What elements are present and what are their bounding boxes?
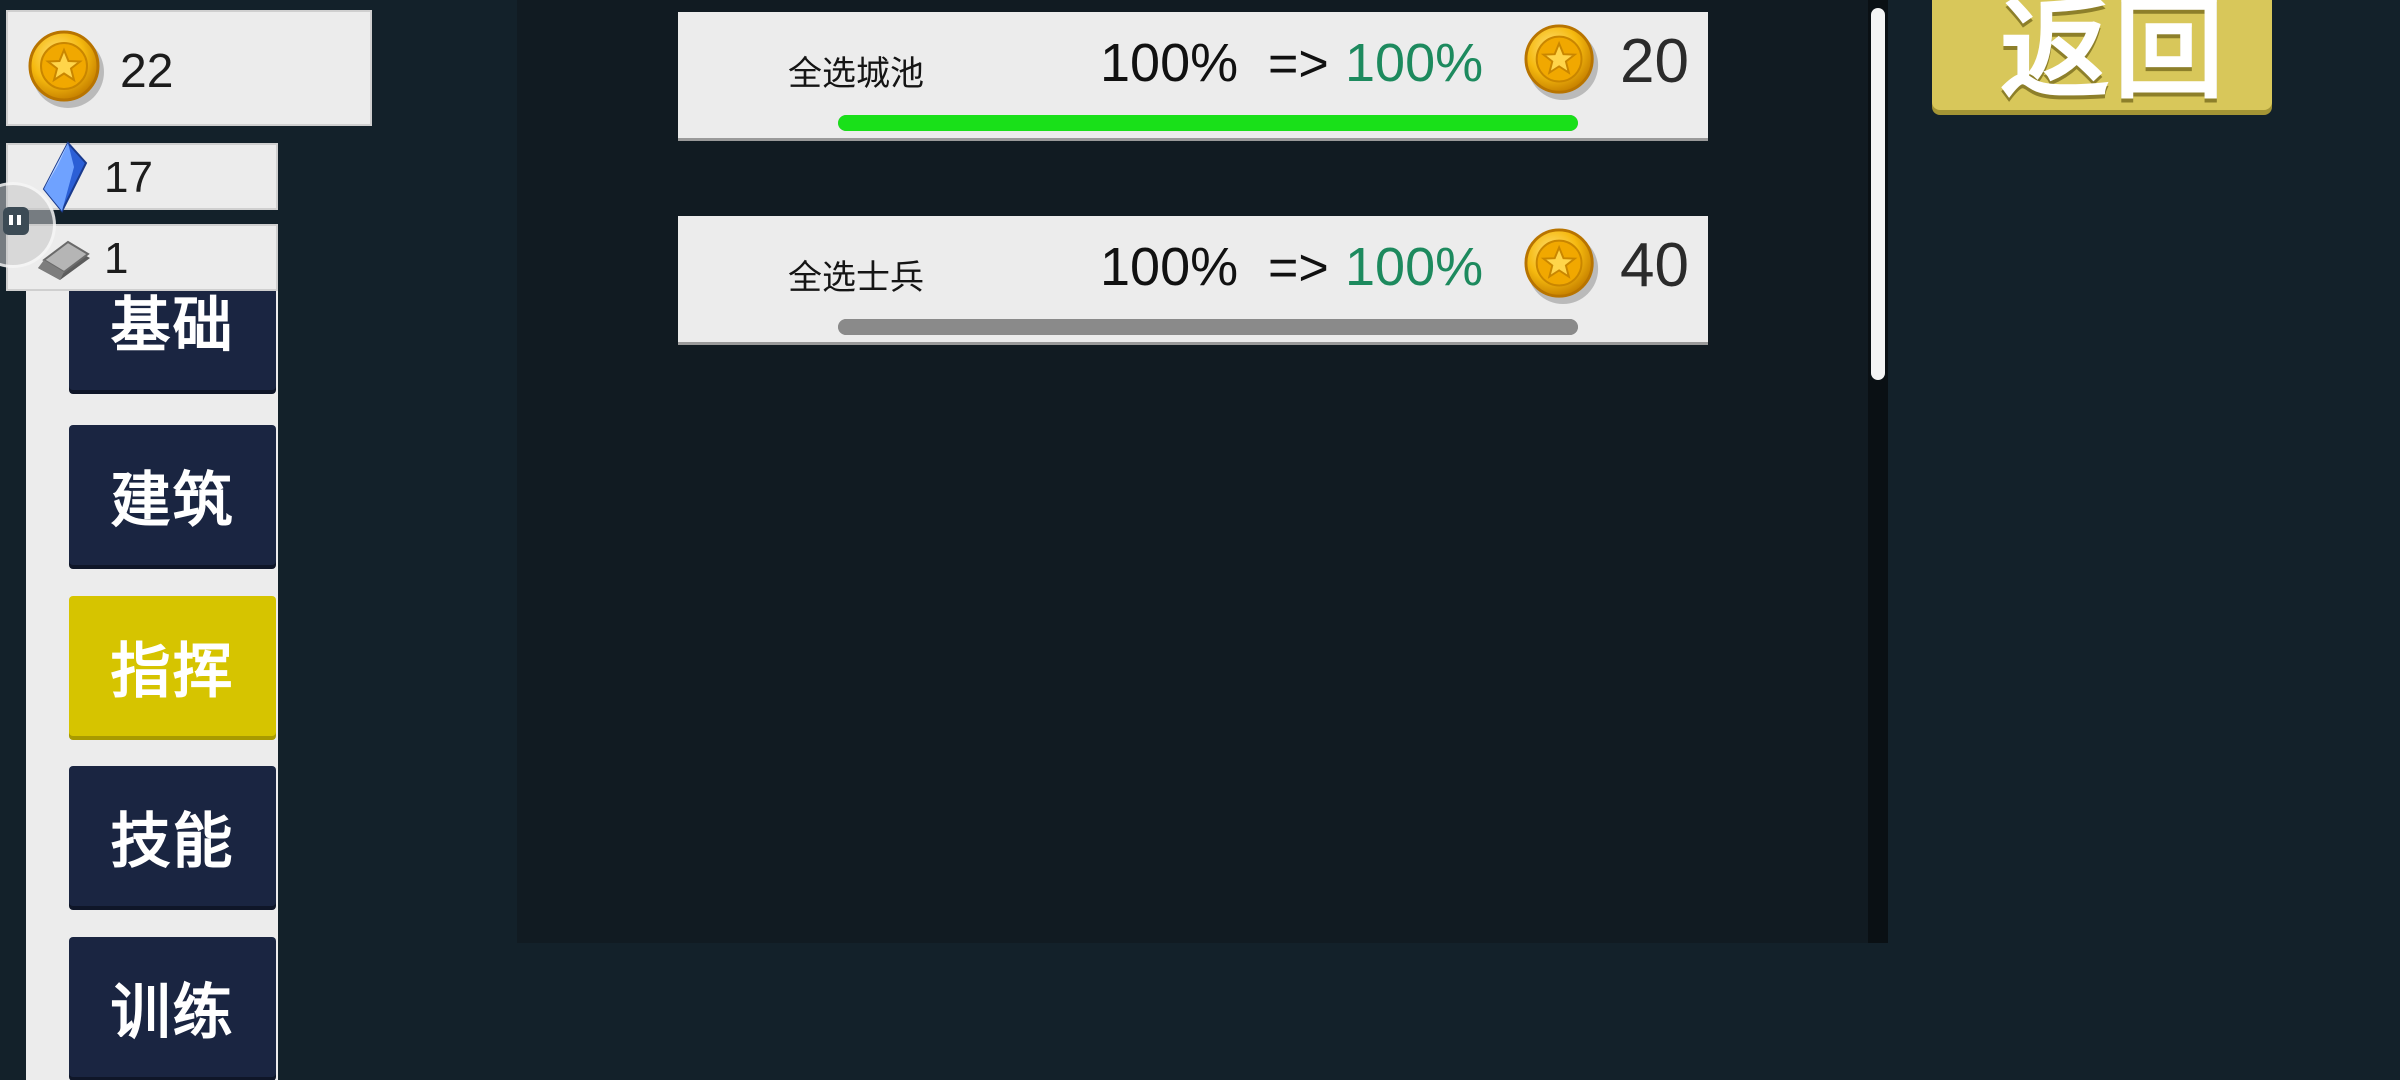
upgrade-arrow: => <box>1268 35 1329 93</box>
list-scrollbar-thumb[interactable] <box>1871 8 1885 380</box>
gold-resource: 22 <box>6 10 372 126</box>
tab-command[interactable]: 指挥 <box>69 596 276 736</box>
upgrade-progress-fill <box>838 319 1578 335</box>
tab-buildings[interactable]: 建筑 <box>69 425 276 565</box>
upgrade-row-select-soldiers[interactable]: 全选士兵 100% => 100% 40 <box>678 216 1708 342</box>
upgrade-label: 全选士兵 <box>788 258 924 298</box>
next-percent: 100% <box>1345 33 1484 93</box>
upgrade-arrow: => <box>1268 239 1329 297</box>
upgrade-label: 全选城池 <box>788 54 924 94</box>
gold-coin-icon <box>1524 228 1600 304</box>
crystal-amount: 17 <box>104 153 153 202</box>
category-tab-panel: 基础 建筑 指挥 技能 训练 <box>26 250 278 1080</box>
current-percent: 100% <box>1100 237 1239 297</box>
upgrade-list-panel <box>517 0 1888 943</box>
upgrade-cost: 40 <box>1620 231 1689 300</box>
next-percent: 100% <box>1345 237 1484 297</box>
upgrade-row-select-cities[interactable]: 全选城池 100% => 100% 20 <box>678 12 1708 138</box>
upgrade-cost: 20 <box>1620 27 1689 96</box>
gold-coin-icon <box>28 30 106 108</box>
tab-training[interactable]: 训练 <box>69 937 276 1077</box>
chat-icon <box>3 207 29 235</box>
tab-skills[interactable]: 技能 <box>69 766 276 906</box>
upgrade-progress-fill <box>838 115 1578 131</box>
upgrade-progress-bar <box>838 115 1578 131</box>
gold-coin-icon <box>1524 24 1600 100</box>
gold-amount: 22 <box>120 45 174 98</box>
current-percent: 100% <box>1100 33 1239 93</box>
metal-amount: 1 <box>104 234 129 283</box>
return-button[interactable]: 返回 <box>1932 0 2272 110</box>
return-button-label: 返回 <box>2000 0 2228 110</box>
upgrade-progress-bar <box>838 319 1578 335</box>
